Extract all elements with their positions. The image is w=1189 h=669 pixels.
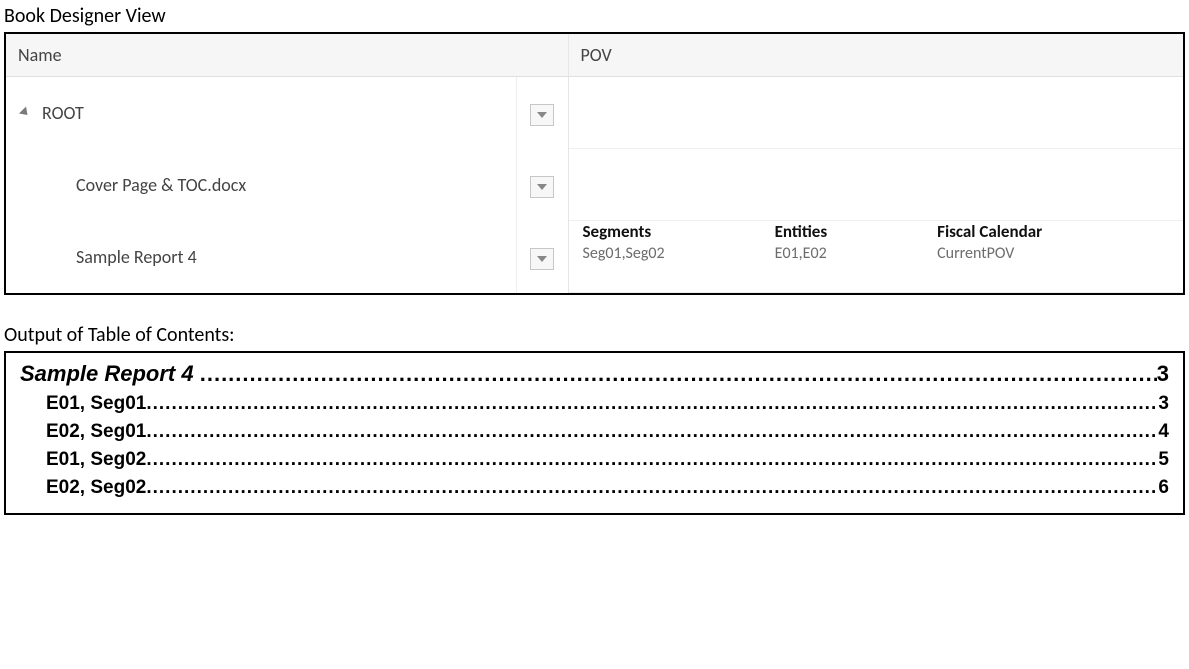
toc-entry-label: E01, Seg01 — [46, 393, 146, 415]
toc-entry-page: 5 — [1158, 449, 1169, 471]
toc-entry-label: E02, Seg02 — [46, 477, 146, 499]
toc-entry-page: 3 — [1158, 393, 1169, 415]
row-actions-dropdown[interactable] — [530, 248, 554, 270]
tree-node-root[interactable]: ROOT — [6, 77, 516, 149]
column-header-pov: POV — [568, 34, 1183, 77]
caret-down-icon — [537, 184, 547, 190]
tree-node-sample-report[interactable]: Sample Report 4 — [6, 221, 516, 293]
toc-entry-page: 3 — [1157, 361, 1169, 387]
table-row: Cover Page & TOC.docx — [6, 149, 1183, 221]
toc-entry-label: E01, Seg02 — [46, 449, 146, 471]
toc-entry: E01, Seg02 5 — [20, 449, 1169, 471]
tree-node-label: Cover Page & TOC.docx — [76, 174, 246, 196]
pov-value: CurrentPOV — [937, 244, 1042, 263]
caret-down-icon — [537, 112, 547, 118]
pov-segments[interactable]: Segments Seg01,Seg02 — [583, 221, 665, 263]
table-row: ROOT — [6, 77, 1183, 150]
pov-cell: Segments Seg01,Seg02 Entities E01,E02 Fi… — [569, 221, 1184, 293]
tree-node-cover-page[interactable]: Cover Page & TOC.docx — [6, 149, 516, 221]
tree-node-label: Sample Report 4 — [76, 246, 197, 268]
toc-leader-dots — [146, 421, 1158, 443]
toc-entry-label: E02, Seg01 — [46, 421, 146, 443]
toc-entry: E01, Seg01 3 — [20, 393, 1169, 415]
pov-label: Entities — [775, 221, 828, 242]
chevron-down-icon[interactable] — [19, 106, 31, 118]
toc-leader-dots — [146, 477, 1158, 499]
pov-cell-empty — [569, 149, 1184, 221]
pov-cell-empty — [569, 77, 1184, 149]
toc-leader-dots — [200, 361, 1157, 387]
toc-entry-page: 4 — [1158, 421, 1169, 443]
column-header-action — [516, 34, 568, 77]
pov-label: Fiscal Calendar — [937, 221, 1042, 242]
toc-output-panel: Sample Report 4 3 E01, Seg01 3 E02, Seg0… — [4, 351, 1185, 515]
toc-entry: E02, Seg01 4 — [20, 421, 1169, 443]
table-row: Sample Report 4 Segments Seg01,Seg02 — [6, 221, 1183, 293]
row-actions-dropdown[interactable] — [530, 104, 554, 126]
toc-entry: Sample Report 4 3 — [20, 361, 1169, 387]
pov-value: E01,E02 — [775, 244, 828, 263]
pov-entities[interactable]: Entities E01,E02 — [775, 221, 828, 263]
column-header-name: Name — [6, 34, 516, 77]
pov-value: Seg01,Seg02 — [583, 244, 665, 263]
book-designer-table: Name POV ROOT — [6, 34, 1183, 293]
toc-entry-page: 6 — [1158, 477, 1169, 499]
toc-entry: E02, Seg02 6 — [20, 477, 1169, 499]
caret-down-icon — [537, 256, 547, 262]
row-actions-dropdown[interactable] — [530, 176, 554, 198]
pov-fiscal-calendar[interactable]: Fiscal Calendar CurrentPOV — [937, 221, 1042, 263]
toc-entry-label: Sample Report 4 — [20, 361, 194, 387]
toc-leader-dots — [146, 393, 1158, 415]
tree-node-label: ROOT — [42, 102, 84, 124]
pov-label: Segments — [583, 221, 665, 242]
book-designer-panel: Name POV ROOT — [4, 32, 1185, 295]
toc-leader-dots — [146, 449, 1158, 471]
book-designer-title: Book Designer View — [4, 4, 1185, 28]
toc-output-title: Output of Table of Contents: — [4, 323, 1185, 347]
